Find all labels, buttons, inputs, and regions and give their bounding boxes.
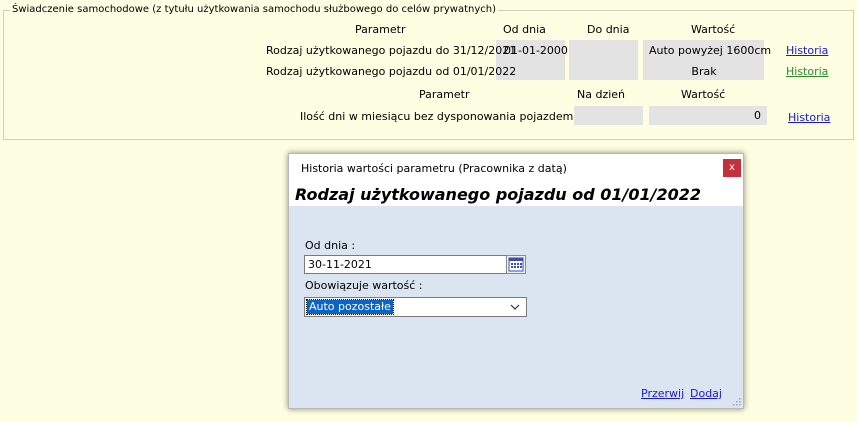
row-wartosc-vehicle-2021: Auto powyżej 1600cm — [649, 44, 772, 57]
header2-na-dzien: Na dzień — [577, 88, 626, 101]
header-od-dnia: Od dnia — [503, 23, 546, 36]
historia-link-2022[interactable]: Historia — [786, 65, 828, 78]
history-dialog: Historia wartości parametru (Pracownika … — [288, 153, 744, 409]
groupbox-legend: Świadczenie samochodowe (z tytułu użytko… — [10, 4, 498, 15]
row-label-vehicle-2021: Rodzaj użytkowanego pojazdu do 31/12/202… — [266, 44, 517, 57]
header2-parametr: Parametr — [419, 88, 470, 101]
days-value-cell: 0 — [649, 106, 767, 125]
selected-value: Auto pozostałe — [306, 299, 394, 315]
dialog-header: Historia wartości parametru (Pracownika … — [289, 154, 743, 206]
add-button[interactable]: Dodaj — [690, 387, 722, 400]
cancel-button[interactable]: Przerwij — [641, 387, 684, 400]
obowiazuje-select[interactable]: Auto pozostałe — [304, 297, 527, 317]
od-dnia-label: Od dnia : — [305, 239, 356, 252]
close-button[interactable]: x — [723, 159, 741, 177]
od-dnia-input[interactable]: 30-11-2021 — [304, 255, 508, 274]
resize-grip-icon[interactable] — [731, 396, 741, 406]
calendar-icon — [508, 257, 524, 272]
historia-link-days[interactable]: Historia — [788, 111, 830, 124]
chevron-down-icon — [510, 304, 520, 310]
dialog-title: Historia wartości parametru (Pracownika … — [301, 162, 567, 175]
dialog-heading: Rodzaj użytkowanego pojazdu od 01/01/202… — [295, 185, 702, 204]
row-wartosc-vehicle-2022: Brak — [691, 65, 717, 78]
obowiazuje-label: Obowiązuje wartość : — [305, 279, 423, 292]
header-wartosc: Wartość — [691, 23, 736, 36]
historia-link-2021[interactable]: Historia — [786, 44, 828, 57]
row-label-vehicle-2022: Rodzaj użytkowanego pojazdu od 01/01/202… — [266, 65, 517, 78]
header-parametr: Parametr — [355, 23, 406, 36]
row-label-days-without-vehicle: Ilość dni w miesiącu bez dysponowania po… — [300, 110, 574, 123]
na-dzien-cell — [574, 106, 643, 125]
row-od-vehicle-2021: 01-01-2000 — [504, 44, 568, 57]
calendar-button[interactable] — [506, 255, 526, 274]
do-dnia-cell — [569, 40, 638, 80]
header-do-dnia: Do dnia — [587, 23, 630, 36]
header2-wartosc: Wartość — [681, 88, 726, 101]
